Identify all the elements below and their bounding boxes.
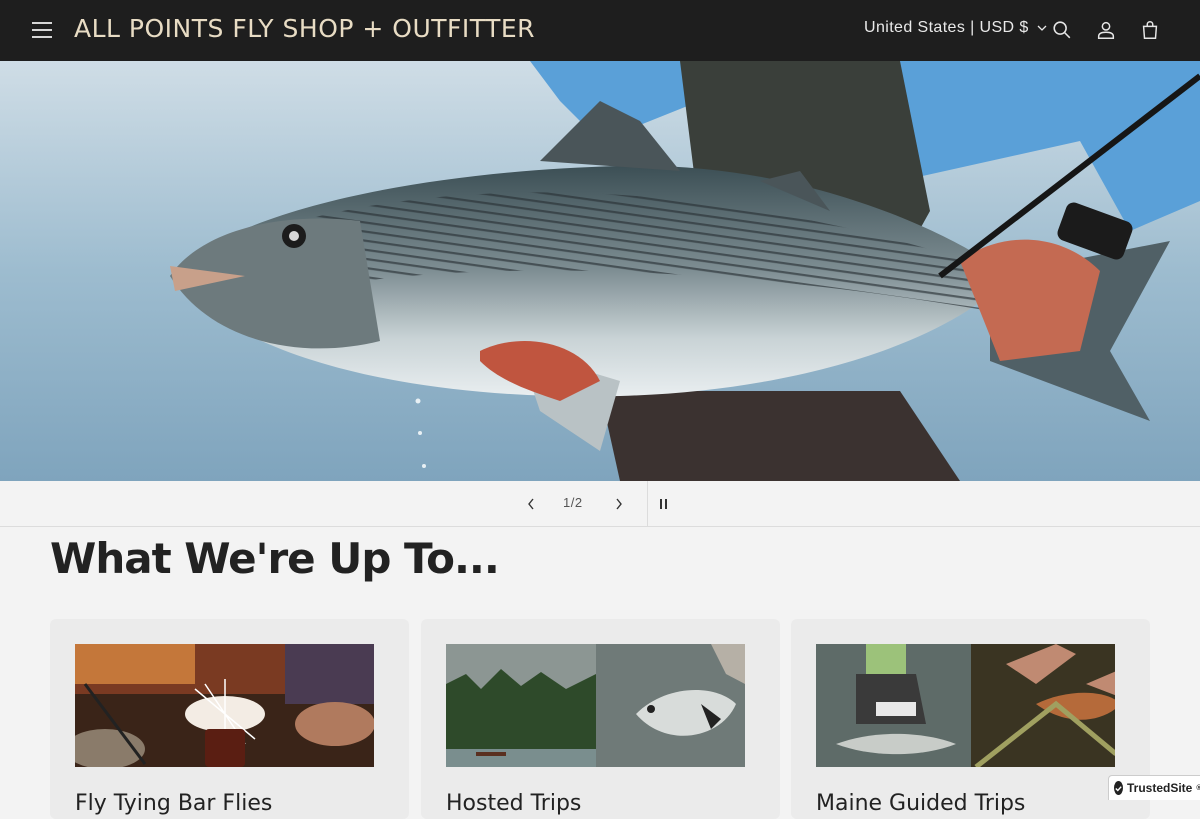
blog-card[interactable]: Fly Tying Bar Flies [50, 619, 409, 819]
controls-divider [647, 481, 648, 527]
blog-card[interactable]: Hosted Trips [421, 619, 780, 819]
card-title[interactable]: Fly Tying Bar Flies [75, 791, 272, 816]
account-icon[interactable] [1092, 16, 1120, 44]
slide-counter: 1/2 [563, 495, 583, 510]
next-slide-button[interactable] [608, 493, 630, 515]
chevron-left-icon [528, 498, 534, 510]
menu-icon[interactable] [22, 12, 62, 48]
registered-mark: ® [1196, 785, 1200, 792]
card-title[interactable]: Maine Guided Trips [816, 791, 1025, 816]
site-logo[interactable]: ALL POINTS FLY SHOP + OUTFITTER [74, 14, 535, 43]
card-image-hosted-trips [446, 644, 745, 767]
currency-label: United States | USD $ [864, 19, 1029, 36]
pause-slideshow-button[interactable] [652, 493, 674, 515]
search-icon[interactable] [1048, 16, 1076, 44]
trustedsite-badge[interactable]: TrustedSite® [1108, 775, 1200, 800]
check-icon [1114, 781, 1123, 795]
hero-slide-image [0, 61, 1200, 481]
chevron-down-icon [1037, 25, 1047, 31]
trustedsite-label: TrustedSite [1127, 781, 1193, 795]
site-header: ALL POINTS FLY SHOP + OUTFITTER United S… [0, 0, 1200, 61]
previous-slide-button[interactable] [520, 493, 542, 515]
cart-icon[interactable] [1136, 16, 1164, 44]
chevron-right-icon [616, 498, 622, 510]
card-image-fly-tying [75, 644, 374, 767]
section-title: What We're Up To... [50, 534, 500, 583]
currency-selector[interactable]: United States | USD $ [864, 19, 1047, 37]
slideshow-controls: 1/2 [0, 481, 1200, 527]
blog-card[interactable]: Maine Guided Trips [791, 619, 1150, 819]
card-image-maine-guided-trips [816, 644, 1115, 767]
card-title[interactable]: Hosted Trips [446, 791, 581, 816]
